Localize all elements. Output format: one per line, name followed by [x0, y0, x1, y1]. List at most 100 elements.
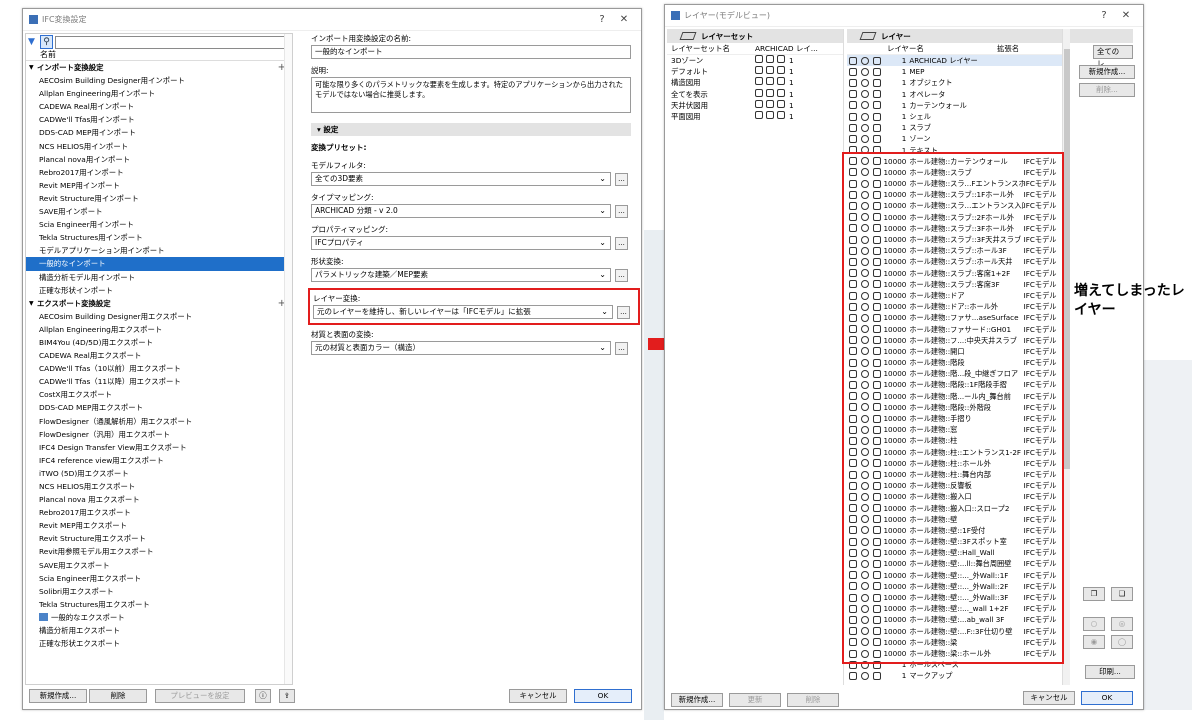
list-item[interactable]: BIM4You (4D/5D)用エクスポート [26, 336, 292, 349]
eye-icon[interactable] [860, 123, 869, 132]
list-item[interactable]: CADWe'll Tfas用インポート [26, 113, 292, 126]
list-item[interactable]: 構造分析モデル用インポート [26, 271, 292, 284]
expand-icon[interactable]: ▼ [29, 61, 37, 74]
lock-icon[interactable] [849, 67, 857, 76]
lock-icon[interactable]: ○ [1083, 617, 1105, 631]
list-item[interactable]: CADEWA Real用エクスポート [26, 349, 292, 362]
eye-icon[interactable] [860, 671, 869, 680]
list-item[interactable]: CADWe'll Tfas（11以降）用エクスポート [26, 375, 292, 388]
col-layer-name[interactable]: レイヤー名 [887, 43, 997, 54]
new-button[interactable]: 新規作成... [29, 689, 87, 703]
solid-icon[interactable]: ◯ [1111, 635, 1133, 649]
settings-section-header[interactable]: ▾ 設定 [311, 123, 631, 136]
print-button[interactable]: 印刷... [1085, 665, 1135, 679]
list-item[interactable]: IFC4 Design Transfer View用エクスポート [26, 441, 292, 454]
type-mapping-more-button[interactable]: ... [615, 204, 628, 218]
eye-icon[interactable] [860, 112, 869, 121]
scroll-thumb[interactable] [1064, 49, 1070, 469]
eye-icon[interactable] [860, 78, 869, 87]
lock-icon[interactable] [849, 101, 857, 110]
layer-row[interactable]: 1 ARCHICAD レイヤー [847, 55, 1067, 67]
copy-icon[interactable]: ❐ [1083, 587, 1105, 601]
eye-icon[interactable] [860, 56, 869, 65]
layer-set-row[interactable]: 平面図用 1 [667, 110, 843, 122]
eye-icon[interactable]: ◉ [1083, 635, 1105, 649]
wireframe-icon[interactable] [872, 112, 881, 121]
filter-select[interactable]: 全てのレ... [1093, 45, 1133, 68]
name-input[interactable]: 一般的なインポート [311, 45, 631, 59]
list-item[interactable]: 構造分析用エクスポート [26, 624, 292, 637]
layer-set-row[interactable]: 全てを表示 1 [667, 88, 843, 100]
eye-icon[interactable] [860, 134, 869, 143]
list-item[interactable]: DDS-CAD MEP用エクスポート [26, 401, 292, 414]
column-header-name[interactable]: 名前 [26, 50, 292, 61]
list-item[interactable]: Scia Engineer用エクスポート [26, 572, 292, 585]
wireframe-icon[interactable] [872, 67, 881, 76]
list-item[interactable]: Revit MEP用エクスポート [26, 519, 292, 532]
lock-icon[interactable] [849, 90, 857, 99]
wireframe-icon[interactable] [872, 90, 881, 99]
eye-icon[interactable] [860, 101, 869, 110]
list-item[interactable]: SAVE用インポート [26, 205, 292, 218]
wireframe-icon[interactable] [872, 78, 881, 87]
lock-icon[interactable] [849, 671, 857, 680]
list-scrollbar[interactable] [284, 34, 292, 684]
cancel-button[interactable]: キャンセル [509, 689, 567, 703]
list-item[interactable]: Plancal nova用インポート [26, 153, 292, 166]
close-button[interactable]: ✕ [1115, 10, 1137, 21]
list-item[interactable]: Rebro2017用エクスポート [26, 506, 292, 519]
lock-icon[interactable] [849, 134, 857, 143]
layer-row[interactable]: 1 シェル [847, 111, 1067, 122]
layer-row[interactable]: 1 スラブ [847, 122, 1067, 133]
model-filter-select[interactable]: 全ての3D要素 ⌄ [311, 172, 611, 186]
material-select[interactable]: 元の材質と表面カラー（構造） ⌄ [311, 341, 611, 355]
list-item[interactable]: SAVE用エクスポート [26, 559, 292, 572]
layer-row[interactable]: 1 オペレータ [847, 89, 1067, 100]
layer-row[interactable]: 1 マークアップ [847, 670, 1067, 681]
wire-icon[interactable]: ◎ [1111, 617, 1133, 631]
new-layer-set-button[interactable]: 新規作成... [671, 693, 723, 707]
group-header[interactable]: ▼ エクスポート変換設定 + [26, 297, 292, 310]
wireframe-icon[interactable] [872, 123, 881, 132]
list-item[interactable]: FlowDesigner（汎用）用エクスポート [26, 428, 292, 441]
layer-set-row[interactable]: 構造図用 1 [667, 77, 843, 88]
search-input[interactable] [55, 35, 292, 49]
lock-icon[interactable] [849, 112, 857, 121]
eye-icon[interactable] [860, 90, 869, 99]
list-item[interactable]: iTWO (5D)用エクスポート [26, 467, 292, 480]
lock-icon[interactable] [849, 123, 857, 132]
eye-icon[interactable] [860, 67, 869, 76]
list-item[interactable]: CostX用エクスポート [26, 388, 292, 401]
list-item[interactable]: CADWe'll Tfas（10以前）用エクスポート [26, 362, 292, 375]
list-item[interactable]: 正確な形状インポート [26, 284, 292, 297]
list-item[interactable]: Allplan Engineering用エクスポート [26, 323, 292, 336]
type-mapping-select[interactable]: ARCHICAD 分類 - v 2.0 ⌄ [311, 204, 611, 218]
wireframe-icon[interactable] [872, 134, 881, 143]
export-icon[interactable]: ⇪ [279, 689, 295, 703]
preview-settings-button[interactable]: プレビューを設定 [155, 689, 245, 703]
layer-set-row[interactable]: 3Dゾーン 1 [667, 55, 843, 66]
list-item[interactable]: モデルアプリケーション用インポート [26, 244, 292, 257]
wireframe-icon[interactable] [872, 101, 881, 110]
list-item[interactable]: Revit用参照モデル用エクスポート [26, 545, 292, 558]
list-item[interactable]: Revit Structure用インポート [26, 192, 292, 205]
description-textarea[interactable]: 可能な限り多くのパラメトリックな要素を生成します。特定のアプリケーションから出力… [311, 77, 631, 113]
list-item[interactable]: DDS-CAD MEP用インポート [26, 126, 292, 139]
filter-icon[interactable]: ▼ [28, 37, 37, 47]
list-item[interactable]: AECOsim Building Designer用エクスポート [26, 310, 292, 323]
list-item[interactable]: NCS HELIOS用インポート [26, 140, 292, 153]
info-icon[interactable]: ⓘ [255, 689, 271, 703]
ok-button[interactable]: OK [574, 689, 632, 703]
list-item[interactable]: Revit MEP用インポート [26, 179, 292, 192]
cancel-button[interactable]: キャンセル [1023, 691, 1075, 705]
help-button[interactable]: ? [591, 14, 613, 25]
list-item[interactable]: Tekla Structures用エクスポート [26, 598, 292, 611]
layer-row[interactable]: 1 ゾーン [847, 133, 1067, 144]
list-item[interactable]: 一般的なエクスポート [26, 611, 292, 624]
layer-set-row[interactable]: 天井伏図用 1 [667, 99, 843, 111]
list-item[interactable]: CADEWA Real用インポート [26, 100, 292, 113]
list-item[interactable]: Plancal nova 用エクスポート [26, 493, 292, 506]
list-item[interactable]: Scia Engineer用インポート [26, 218, 292, 231]
geometry-select[interactable]: パラメトリックな建築／MEP要素 ⌄ [311, 268, 611, 282]
lock-icon[interactable] [849, 78, 857, 87]
